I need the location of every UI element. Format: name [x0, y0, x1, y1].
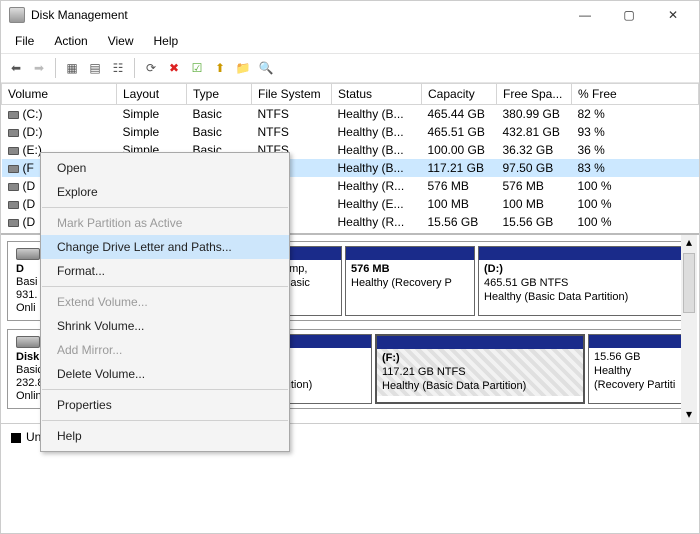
drive-icon — [8, 219, 19, 227]
col-freespace[interactable]: Free Spa... — [497, 84, 572, 105]
check-icon[interactable]: ☑ — [186, 57, 208, 79]
column-headers: Volume Layout Type File System Status Ca… — [2, 84, 699, 105]
drive-icon — [8, 111, 19, 119]
titlebar: Disk Management — ▢ ✕ — [1, 1, 699, 29]
app-icon — [9, 7, 25, 23]
menu-item[interactable]: Help — [41, 424, 289, 448]
maximize-button[interactable]: ▢ — [607, 1, 651, 29]
forward-button[interactable]: ➡ — [28, 57, 50, 79]
menu-item[interactable]: Open — [41, 156, 289, 180]
refresh-icon[interactable]: ⟳ — [140, 57, 162, 79]
toolbar-icon-1[interactable]: ▦ — [61, 57, 83, 79]
drive-icon — [8, 165, 19, 173]
menu-help[interactable]: Help — [150, 32, 183, 50]
volume-row[interactable]: (C:)SimpleBasicNTFSHealthy (B...465.44 G… — [2, 105, 699, 124]
drive-icon — [8, 129, 19, 137]
toolbar-icon-3[interactable]: ☷ — [107, 57, 129, 79]
col-pctfree[interactable]: % Free — [572, 84, 699, 105]
menu-item[interactable]: Shrink Volume... — [41, 314, 289, 338]
window-title: Disk Management — [31, 8, 563, 22]
close-button[interactable]: ✕ — [651, 1, 695, 29]
menu-view[interactable]: View — [104, 32, 138, 50]
scrollbar[interactable]: ▴ ▾ — [681, 235, 697, 423]
toolbar: ⬅ ➡ ▦ ▤ ☷ ⟳ ✖ ☑ ⬆ 📁 🔍 — [1, 53, 699, 83]
menu-action[interactable]: Action — [50, 32, 91, 50]
col-type[interactable]: Type — [187, 84, 252, 105]
menu-item[interactable]: Delete Volume... — [41, 362, 289, 386]
menu-item: Add Mirror... — [41, 338, 289, 362]
menubar: File Action View Help — [1, 29, 699, 53]
folder-icon[interactable]: 📁 — [232, 57, 254, 79]
col-volume[interactable]: Volume — [2, 84, 117, 105]
disk-icon — [16, 336, 40, 348]
menu-item[interactable]: Properties — [41, 393, 289, 417]
menu-item: Mark Partition as Active — [41, 211, 289, 235]
partition[interactable]: 576 MBHealthy (Recovery P — [345, 246, 475, 316]
drive-icon — [8, 147, 19, 155]
menu-item[interactable]: Explore — [41, 180, 289, 204]
partition[interactable]: (D:)465.51 GB NTFSHealthy (Basic Data Pa… — [478, 246, 688, 316]
col-capacity[interactable]: Capacity — [422, 84, 497, 105]
menu-file[interactable]: File — [11, 32, 38, 50]
minimize-button[interactable]: — — [563, 1, 607, 29]
context-menu: OpenExplore Mark Partition as ActiveChang… — [40, 152, 290, 452]
volume-row[interactable]: (D:)SimpleBasicNTFSHealthy (B...465.51 G… — [2, 123, 699, 141]
drive-icon — [8, 201, 19, 209]
partition[interactable]: 15.56 GBHealthy (Recovery Partiti — [588, 334, 688, 404]
search-icon[interactable]: 🔍 — [255, 57, 277, 79]
drive-icon — [8, 183, 19, 191]
eject-icon[interactable]: ⬆ — [209, 57, 231, 79]
delete-icon[interactable]: ✖ — [163, 57, 185, 79]
col-status[interactable]: Status — [332, 84, 422, 105]
col-filesystem[interactable]: File System — [252, 84, 332, 105]
partition[interactable]: (F:)117.21 GB NTFSHealthy (Basic Data Pa… — [375, 334, 585, 404]
back-button[interactable]: ⬅ — [5, 57, 27, 79]
col-layout[interactable]: Layout — [117, 84, 187, 105]
menu-item[interactable]: Format... — [41, 259, 289, 283]
menu-item[interactable]: Change Drive Letter and Paths... — [41, 235, 289, 259]
toolbar-icon-2[interactable]: ▤ — [84, 57, 106, 79]
disk-icon — [16, 248, 40, 260]
menu-item: Extend Volume... — [41, 290, 289, 314]
